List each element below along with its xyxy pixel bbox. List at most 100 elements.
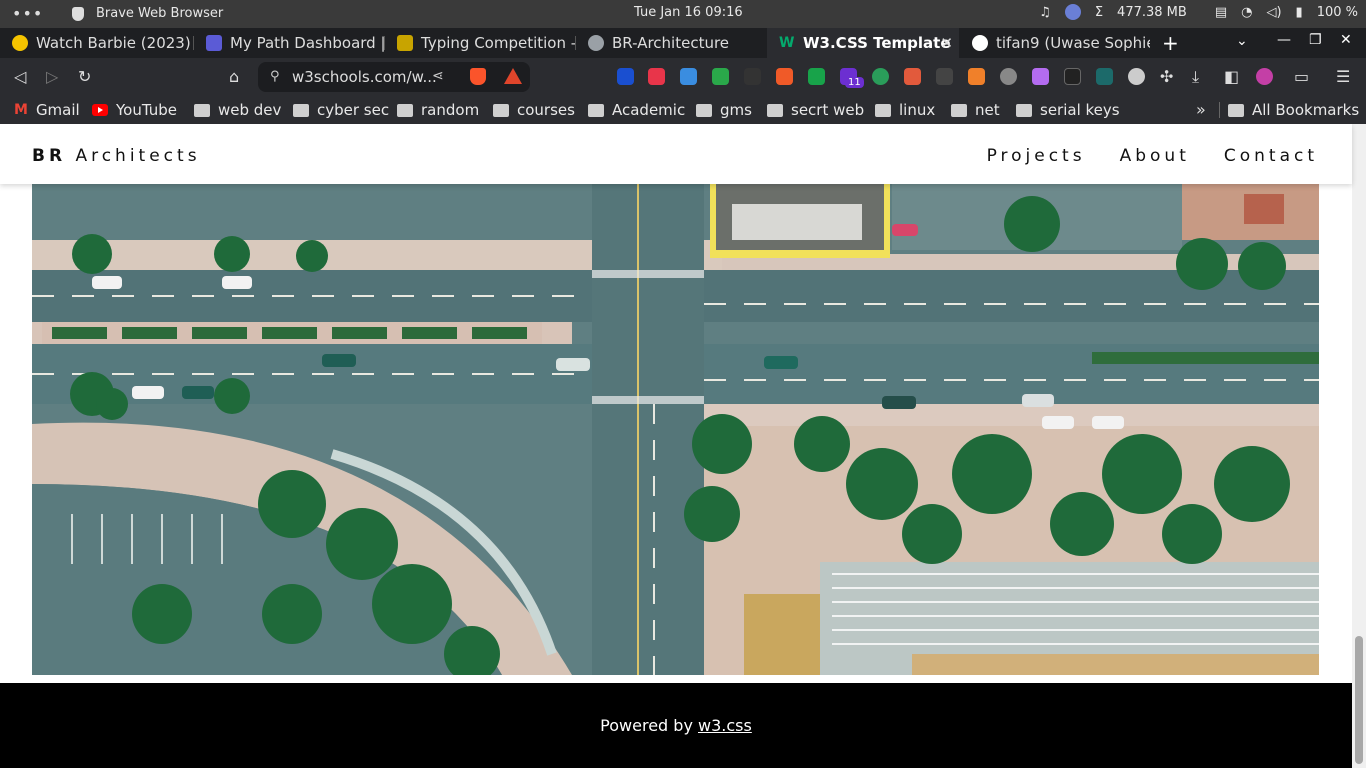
folder-icon — [875, 103, 891, 117]
extension-colors-icon[interactable] — [712, 68, 729, 85]
tab-w3css-template[interactable]: W W3.CSS Template ✕ — [767, 28, 959, 58]
clipboard-icon[interactable]: ▤ — [1215, 5, 1227, 20]
extension-translate-icon[interactable] — [776, 68, 793, 85]
new-tab-button[interactable]: + — [1162, 31, 1179, 55]
extension-shield-icon[interactable] — [617, 68, 634, 85]
extension-mute-icon[interactable] — [936, 68, 953, 85]
bookmark-linux[interactable]: linux — [875, 101, 935, 119]
site-info-icon[interactable]: ⚲ — [270, 69, 280, 84]
bookmark-web-dev[interactable]: web dev — [194, 101, 281, 119]
play-icon — [12, 35, 28, 51]
share-icon[interactable]: ⋖ — [432, 68, 444, 84]
page-viewport: BR Architects Projects About Contact Pow… — [0, 124, 1366, 768]
extension-apps-icon[interactable] — [1000, 68, 1017, 85]
wallet-icon[interactable]: ▭ — [1294, 67, 1309, 86]
address-bar[interactable]: ⚲ w3schools.com/w... ⋖ — [258, 62, 530, 92]
bookmarks-bar: M Gmail YouTube web dev cyber sec random … — [0, 96, 1366, 124]
profile-avatar-icon[interactable] — [1256, 68, 1273, 85]
tab-label: W3.CSS Template — [803, 34, 951, 52]
folder-icon — [951, 103, 967, 117]
bookmark-label: secrt web — [791, 101, 865, 119]
extension-badge: 11 — [845, 77, 864, 88]
extension-person-icon[interactable] — [904, 68, 921, 85]
maximize-icon[interactable]: ❐ — [1309, 32, 1322, 48]
reload-icon[interactable]: ↻ — [78, 67, 91, 86]
site-brand[interactable]: BR Architects — [32, 146, 201, 166]
bookmark-gms[interactable]: gms — [696, 101, 752, 119]
tab-my-path[interactable]: My Path Dashboard | W — [194, 28, 384, 58]
more-bookmarks-chevron-icon[interactable]: » — [1196, 100, 1206, 119]
volume-icon[interactable]: ◁) — [1266, 5, 1281, 20]
bookmark-net[interactable]: net — [951, 101, 1000, 119]
close-tab-icon[interactable]: ✕ — [940, 34, 953, 52]
bookmark-youtube[interactable]: YouTube — [92, 101, 177, 119]
nav-about-link[interactable]: About — [1120, 146, 1190, 166]
bookmark-label: YouTube — [116, 101, 177, 119]
extension-video-icon[interactable] — [808, 68, 825, 85]
scrollbar-thumb[interactable] — [1355, 636, 1363, 764]
bookmark-academic[interactable]: Academic — [588, 101, 685, 119]
bookmark-courses[interactable]: courses — [493, 101, 575, 119]
extensions-puzzle-icon[interactable]: ✣ — [1160, 67, 1173, 86]
folder-icon — [397, 103, 413, 117]
bookmark-secrt-web[interactable]: secrt web — [767, 101, 864, 119]
music-icon[interactable]: ♫ — [1039, 5, 1051, 20]
wifi-icon[interactable]: ◔ — [1241, 5, 1252, 20]
profile-icon[interactable] — [1064, 4, 1081, 20]
browser-toolbar: ◁ ▷ ↻ ⌂ ⚲ w3schools.com/w... ⋖ ✣ ⤓ ◧ ▭ ☰ — [0, 58, 1366, 96]
minimize-icon[interactable]: — — [1277, 32, 1291, 48]
bookmark-label: web dev — [218, 101, 282, 119]
w3-icon: W — [779, 35, 795, 51]
tab-barbie[interactable]: Watch Barbie (2023) fu — [0, 28, 192, 58]
bookmark-label: net — [975, 101, 1000, 119]
extension-keyboard-icon[interactable] — [1128, 68, 1145, 85]
back-icon[interactable]: ◁ — [14, 67, 26, 86]
menu-icon[interactable]: ☰ — [1336, 67, 1350, 86]
youtube-icon — [92, 104, 108, 116]
bookmark-icon[interactable]: ⌂ — [229, 67, 239, 86]
nav-projects-link[interactable]: Projects — [987, 146, 1086, 166]
bookmark-gmail[interactable]: M Gmail — [14, 101, 80, 119]
bookmark-serial-keys[interactable]: serial keys — [1016, 101, 1120, 119]
extension-braces-icon[interactable] — [744, 68, 761, 85]
bookmark-cyber-sec[interactable]: cyber sec — [293, 101, 389, 119]
battery-icon[interactable]: ▮ — [1296, 5, 1303, 20]
system-tray[interactable]: ♫ Σ 477.38 MB ▤ ◔ ◁) ▮ 100 % — [1039, 4, 1358, 20]
bookmark-label: cyber sec — [317, 101, 390, 119]
clock[interactable]: Tue Jan 16 09:16 — [634, 5, 743, 20]
tab-list-chevron-icon[interactable]: ⌄ — [1236, 33, 1248, 49]
bookmark-label: Gmail — [35, 101, 80, 119]
nav-contact-link[interactable]: Contact — [1224, 146, 1318, 166]
close-window-icon[interactable]: ✕ — [1340, 32, 1352, 48]
page-scrollbar[interactable] — [1352, 124, 1366, 768]
bookmark-label: Academic — [612, 101, 686, 119]
globe-icon — [588, 35, 604, 51]
extension-grid-icon[interactable] — [648, 68, 665, 85]
all-bookmarks[interactable]: All Bookmarks — [1228, 101, 1359, 119]
forward-icon[interactable]: ▷ — [46, 67, 58, 86]
download-icon[interactable]: ⤓ — [1192, 67, 1199, 87]
folder-icon — [1016, 103, 1032, 117]
extension-feather-icon[interactable] — [1032, 68, 1049, 85]
bookmark-random[interactable]: random — [397, 101, 479, 119]
tab-github[interactable]: tifan9 (Uwase Sophie) — [960, 28, 1150, 58]
brave-rewards-icon[interactable] — [504, 68, 522, 84]
sidebar-icon[interactable]: ◧ — [1224, 67, 1239, 86]
tab-typing-competition[interactable]: Typing Competition - 1 — [385, 28, 575, 58]
url-text[interactable]: w3schools.com/w... — [292, 68, 437, 86]
tab-br-architecture[interactable]: BR-Architecture — [576, 28, 766, 58]
extension-m-icon[interactable] — [1096, 68, 1113, 85]
app-title[interactable]: Brave Web Browser — [96, 6, 223, 21]
activities-icon[interactable]: ••• — [12, 4, 43, 23]
folder-icon — [588, 103, 604, 117]
hero-aerial-image — [32, 184, 1319, 675]
brave-shields-icon[interactable] — [470, 68, 486, 85]
memory-readout: 477.38 MB — [1117, 4, 1187, 20]
footer-text: Powered by w3.css — [0, 716, 1352, 735]
extension-metamask-icon[interactable] — [968, 68, 985, 85]
extension-chat-icon[interactable] — [872, 68, 889, 85]
nav-links: Projects About Contact — [987, 146, 1318, 166]
extension-fi-icon[interactable] — [680, 68, 697, 85]
extension-circle-icon[interactable] — [1064, 68, 1081, 85]
footer-w3css-link[interactable]: w3.css — [698, 716, 752, 735]
